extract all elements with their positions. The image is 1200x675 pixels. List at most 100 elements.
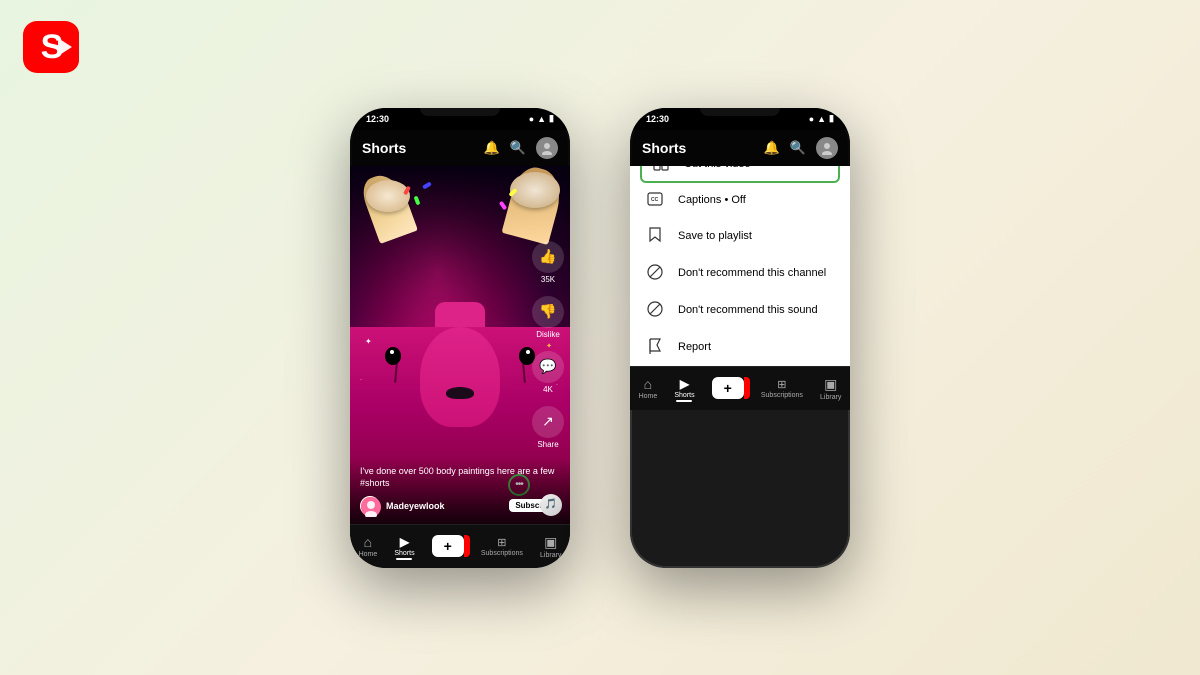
like-icon: 👍 (532, 241, 564, 273)
bell-icon-2[interactable]: 🔔 (764, 140, 780, 156)
video-overlay: I've done over 500 body paintings here a… (350, 458, 570, 523)
nav-shorts-2[interactable]: ▶ Shorts (674, 377, 694, 399)
phones-container: 12:30 ● ▲ ▮ Shorts 🔔 🔍 (350, 108, 850, 568)
bell-icon[interactable]: 🔔 (484, 140, 500, 156)
like-count: 35K (541, 275, 555, 284)
report-label: Report (678, 341, 711, 353)
home-label-2: Home (639, 393, 658, 400)
like-button[interactable]: 👍 35K (532, 241, 564, 284)
shorts-icon-2: ▶ (680, 377, 689, 391)
music-icon[interactable]: 🎵 (540, 494, 562, 516)
dislike-label: Dislike (536, 330, 560, 339)
subscriptions-label: Subscriptions (481, 550, 523, 557)
sheet-item-report[interactable]: Report (630, 329, 850, 366)
bottom-navigation: ⌂ Home ▶ Shorts + ⊞ Subscriptions ▣ Libr… (350, 524, 570, 568)
home-label: Home (359, 551, 378, 558)
phone-1: 12:30 ● ▲ ▮ Shorts 🔔 🔍 (350, 108, 570, 568)
dont-recommend-channel-label: Don't recommend this channel (678, 267, 826, 279)
time-display: 12:30 (366, 114, 389, 124)
library-label: Library (540, 552, 561, 559)
wifi-icon: ● (529, 114, 534, 124)
dislike-icon: 👎 (532, 296, 564, 328)
captions-label: Captions • Off (678, 194, 746, 206)
status-bar: 12:30 ● ▲ ▮ (350, 108, 570, 130)
channel-name: Madeyewlook (386, 501, 503, 511)
create-button-2[interactable]: + (712, 377, 744, 399)
home-icon-2: ⌂ (644, 376, 652, 392)
bottom-sheet: More Description Use this so (630, 166, 850, 366)
video-area[interactable]: ✦ ✦ · · 👍 35K 👎 Dislike 💬 4K (350, 166, 570, 524)
save-playlist-label: Save to playlist (678, 230, 752, 242)
top-bar: Shorts 🔔 🔍 (350, 130, 570, 166)
channel-avatar (360, 496, 380, 516)
share-icon: ↗ (532, 406, 564, 438)
sheet-item-dont-recommend-channel[interactable]: Don't recommend this channel (630, 255, 850, 292)
sheet-item-dont-recommend-sound[interactable]: Don't recommend this sound (630, 292, 850, 329)
home-icon: ⌂ (364, 534, 372, 550)
shorts-label-2: Shorts (674, 392, 694, 399)
create-plus-icon-2: + (724, 380, 732, 396)
captions-icon: CC (646, 192, 664, 209)
active-indicator-2 (676, 400, 692, 402)
sheet-item-cut-video[interactable]: Cut this video (640, 166, 840, 183)
share-label: Share (537, 440, 558, 449)
library-label-2: Library (820, 394, 841, 401)
dont-recommend-channel-icon (646, 264, 664, 283)
cut-video-label: Cut this video (684, 166, 751, 171)
battery-icon: ▮ (549, 113, 554, 124)
top-bar-actions-2: 🔔 🔍 (764, 137, 838, 159)
search-icon-2[interactable]: 🔍 (790, 140, 806, 156)
video-area-2: More Description Use this so (630, 166, 850, 366)
create-button[interactable]: + (432, 535, 464, 557)
nav-library[interactable]: ▣ Library (540, 534, 561, 559)
save-playlist-icon (646, 227, 664, 246)
comment-count: 4K (543, 385, 553, 394)
youtube-shorts-logo: S (20, 20, 85, 80)
status-bar-2: 12:30 ● ▲ ▮ (630, 108, 850, 130)
subscriptions-icon: ⊞ (497, 536, 506, 549)
nav-create-2[interactable]: + (712, 377, 744, 399)
page-title: Shorts (362, 140, 406, 156)
status-icons: ● ▲ ▮ (529, 113, 554, 124)
report-icon (646, 338, 664, 357)
svg-text:CC: CC (651, 197, 659, 203)
nav-library-2[interactable]: ▣ Library (820, 376, 841, 401)
nav-shorts[interactable]: ▶ Shorts (394, 535, 414, 557)
nav-create[interactable]: + (432, 535, 464, 557)
time-display-2: 12:30 (646, 114, 669, 124)
subscriptions-icon-2: ⊞ (777, 378, 786, 391)
channel-row: Madeyewlook Subscribe (360, 496, 560, 516)
video-caption: I've done over 500 body paintings here a… (360, 466, 560, 489)
user-avatar-2[interactable] (816, 137, 838, 159)
user-avatar[interactable] (536, 137, 558, 159)
nav-subscriptions-2[interactable]: ⊞ Subscriptions (761, 378, 803, 399)
page-title-2: Shorts (642, 140, 686, 156)
shorts-icon: ▶ (400, 535, 409, 549)
sheet-item-save-playlist[interactable]: Save to playlist (630, 218, 850, 255)
wifi-icon-2: ● (809, 114, 814, 124)
sheet-item-captions[interactable]: CC Captions • Off (630, 183, 850, 218)
create-plus-icon: + (444, 538, 452, 554)
nav-home-2[interactable]: ⌂ Home (639, 376, 658, 400)
battery-icon-2: ▮ (829, 113, 834, 124)
cut-video-icon (652, 166, 670, 174)
dislike-button[interactable]: 👎 Dislike (532, 296, 564, 339)
active-indicator (396, 558, 412, 560)
nav-subscriptions[interactable]: ⊞ Subscriptions (481, 536, 523, 557)
nav-home[interactable]: ⌂ Home (359, 534, 378, 558)
action-buttons: 👍 35K 👎 Dislike 💬 4K ↗ Share (532, 241, 564, 449)
comment-button[interactable]: 💬 4K (532, 351, 564, 394)
share-button[interactable]: ↗ Share (532, 406, 564, 449)
bottom-navigation-2: ⌂ Home ▶ Shorts + ⊞ Subscriptions ▣ Libr… (630, 366, 850, 410)
sheet-items: Description Use this sound (630, 166, 850, 366)
top-bar-2: Shorts 🔔 🔍 (630, 130, 850, 166)
library-icon: ▣ (544, 534, 557, 551)
search-icon[interactable]: 🔍 (510, 140, 526, 156)
shorts-label: Shorts (394, 550, 414, 557)
dont-recommend-sound-icon (646, 301, 664, 320)
top-bar-actions: 🔔 🔍 (484, 137, 558, 159)
status-icons-2: ● ▲ ▮ (809, 113, 834, 124)
signal-icon-2: ▲ (817, 114, 826, 124)
library-icon-2: ▣ (824, 376, 837, 393)
signal-icon: ▲ (537, 114, 546, 124)
